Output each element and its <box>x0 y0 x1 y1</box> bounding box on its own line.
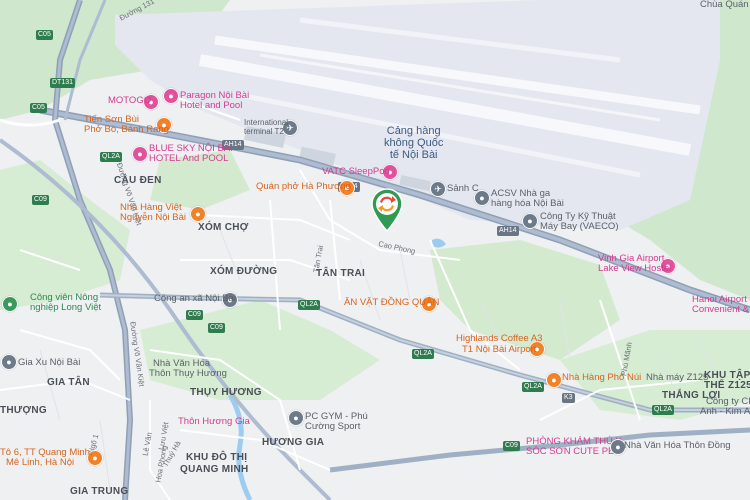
poi-label[interactable]: Công an xã Nội Bài <box>154 293 236 304</box>
area-label: KHU ĐÔ THỊ <box>186 452 248 463</box>
airport-icon[interactable]: ✈ <box>430 181 446 197</box>
airport-name[interactable]: Cảng hàng không Quốc tế Nội Bài <box>384 125 443 161</box>
poi-label[interactable]: nghiệp Long Việt <box>30 302 101 313</box>
restaurant-icon[interactable]: ● <box>190 206 206 222</box>
poi-label[interactable]: Lake View Hostel <box>598 263 671 274</box>
building-icon[interactable]: ● <box>1 354 17 370</box>
poi-label[interactable]: Highlands Coffee A3 <box>456 333 542 344</box>
poi-label[interactable]: HOTEL And POOL <box>149 153 228 164</box>
area-label: GIA TRUNG <box>70 486 129 497</box>
poi-label[interactable]: Hotel and Pool <box>180 100 242 111</box>
poi-label[interactable]: T1 Nội Bài Airport <box>462 344 536 355</box>
poi-label[interactable]: Chùa Quán Tr <box>700 0 750 10</box>
area-label: QUANG MINH <box>180 464 249 475</box>
hotel-icon[interactable]: ● <box>163 88 179 104</box>
poi-label[interactable]: VATC SleepPod <box>322 166 390 177</box>
road-shield: QL2A <box>298 300 320 310</box>
poi-label[interactable]: SÓC SƠN CUTE PET <box>526 446 620 457</box>
poi-label[interactable]: Thôn Thụy Hương <box>149 368 227 379</box>
poi-label[interactable]: Anh - Kim Anh T <box>700 406 750 417</box>
area-label: TÂN TRAI <box>316 268 366 279</box>
road-shield: C09 <box>208 323 225 333</box>
area-label: THƯỢNG <box>0 405 47 416</box>
area-label: XÓM CHỢ <box>198 222 249 233</box>
poi-label[interactable]: Sảnh C <box>447 183 479 194</box>
poi-label[interactable]: Nguyễn Nội Bài <box>120 212 186 223</box>
poi-label[interactable]: Convenient & Fr <box>692 304 750 315</box>
road-shield: C05 <box>36 30 53 40</box>
map-base <box>0 0 750 500</box>
road-shield: QL2A <box>100 152 122 162</box>
poi-label[interactable]: Nhà Hàng Phố Núi <box>562 372 641 383</box>
company-icon[interactable]: ● <box>522 213 538 229</box>
road-shield: QL2A <box>652 405 674 415</box>
road-shield: C05 <box>30 103 47 113</box>
poi-label[interactable]: Quán phở Hà Phương <box>256 181 351 192</box>
location-pin-icon[interactable] <box>370 188 404 233</box>
road-shield: C09 <box>32 195 49 205</box>
poi-label[interactable]: Cường Sport <box>305 421 360 432</box>
area-label: GIA TÂN <box>47 377 90 388</box>
road-shield: AH14 <box>497 226 519 236</box>
poi-label[interactable]: Mê Linh, Hà Nội <box>6 457 74 468</box>
road-shield: DT131 <box>50 78 76 88</box>
restaurant-icon[interactable]: ● <box>546 372 562 388</box>
poi-label[interactable]: MOTOGO <box>108 95 151 106</box>
area-label: XÓM ĐƯỜNG <box>210 266 278 277</box>
hotel-icon[interactable]: ● <box>132 146 148 162</box>
map-view[interactable]: C05 DT131 C05 QL2A C09 AH14 AH14 AH14 QL… <box>0 0 750 500</box>
area-label: THỤY HƯƠNG <box>190 387 262 398</box>
park-icon[interactable]: ● <box>2 296 18 312</box>
poi-label[interactable]: terminal T2 <box>244 127 284 137</box>
road-shield: C09 <box>503 441 520 451</box>
poi-label[interactable]: Nhà máy Z125 <box>646 372 708 383</box>
airport-name-line: Cảng hàng <box>386 125 441 137</box>
poi-label[interactable]: Phở Bò, Bánh Rang <box>84 124 169 135</box>
gym-icon[interactable]: ● <box>288 410 304 426</box>
road-shield: C09 <box>186 310 203 320</box>
road-shield: QL2A <box>412 349 434 359</box>
road-shield: K3 <box>562 393 575 403</box>
warehouse-icon[interactable]: ● <box>474 190 490 206</box>
area-label: HƯƠNG GIA <box>262 437 325 448</box>
poi-label[interactable]: hàng hóa Nội Bài <box>491 198 564 209</box>
poi-label[interactable]: Thôn Hương Gia <box>178 416 250 427</box>
poi-label[interactable]: Nhà Văn Hóa Thôn Đồng <box>624 440 731 451</box>
airport-name-line: không Quốc <box>384 137 444 150</box>
area-label: THỂ Z125 <box>704 380 750 391</box>
poi-label[interactable]: Máy Bay (VAECO) <box>540 221 618 232</box>
poi-label[interactable]: ĂN VẶT ĐỒNG QUÂN <box>344 297 439 308</box>
airport-name-line: tế Nội Bài <box>389 149 438 162</box>
road-shield: QL2A <box>522 382 544 392</box>
poi-label[interactable]: Gia Xu Nội Bài <box>18 357 80 368</box>
